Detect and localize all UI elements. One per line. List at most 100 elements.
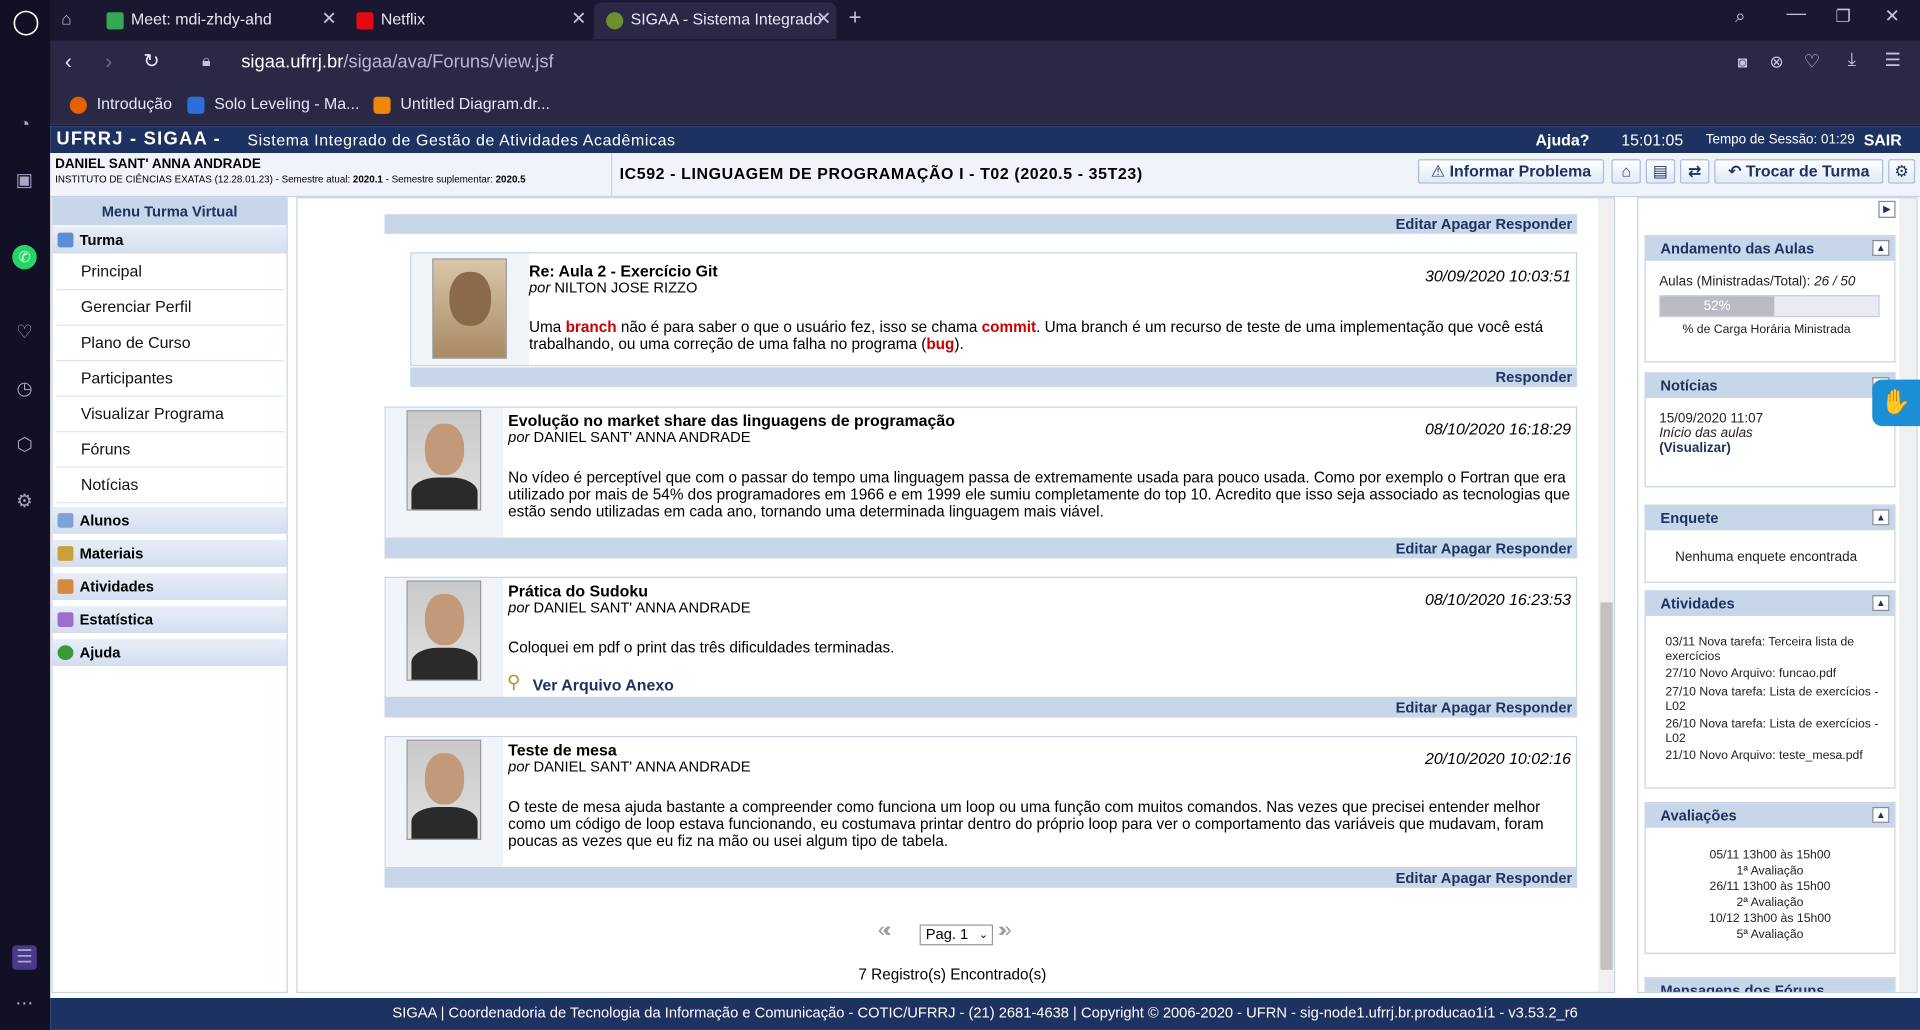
reload-icon[interactable]: ↻ — [143, 49, 159, 73]
edit-link[interactable]: Editar — [1396, 869, 1438, 886]
settings-gear-icon[interactable]: ⚙ — [12, 490, 36, 514]
keyword: bug — [926, 335, 955, 353]
bookmark-item[interactable]: Untitled Diagram.dr... — [373, 94, 550, 114]
menu-item-programa[interactable]: Visualizar Programa — [56, 397, 285, 433]
menu-item-foruns[interactable]: Fóruns — [56, 433, 285, 468]
menu-item-plano[interactable]: Plano de Curso — [56, 326, 285, 362]
right-scrollbar[interactable] — [1899, 198, 1917, 992]
news-view-link[interactable]: (Visualizar) — [1659, 441, 1731, 456]
back-icon[interactable]: ‹ — [65, 50, 72, 74]
reply-link[interactable]: Responder — [1495, 869, 1572, 886]
last-page-icon[interactable]: ›» — [998, 918, 1012, 942]
workspace-icon[interactable]: ⌂ — [61, 9, 71, 29]
download-icon[interactable]: ⤓ — [1848, 49, 1856, 70]
box-header: Mensagens dos Fóruns — [1645, 978, 1895, 992]
speed-dial-icon[interactable]: ◔ — [12, 113, 36, 137]
delete-link[interactable]: Apagar — [1441, 699, 1492, 716]
tab-meet[interactable]: Meet: mdi-zhdy-ahd ✕ — [106, 2, 342, 39]
activity-item[interactable]: 26/10 Nova tarefa: Lista de exercícios -… — [1665, 718, 1885, 747]
tab-sigaa[interactable]: SIGAA - Sistema Integrado ✕ — [593, 2, 837, 40]
evaluation-when: 10/12 13h00 às 15h00 — [1709, 912, 1831, 926]
whatsapp-icon[interactable]: ✆ — [12, 244, 37, 270]
restore-icon[interactable]: ❐ — [1836, 6, 1851, 27]
close-icon[interactable]: ✕ — [571, 2, 586, 36]
evaluation-name: 1ª Avaliação — [1736, 864, 1804, 878]
collapse-panel-button[interactable]: ▶ — [1878, 200, 1896, 218]
reply-link[interactable]: Responder — [1495, 540, 1572, 557]
edit-link[interactable]: Editar — [1396, 540, 1438, 557]
report-problem-button[interactable]: ⚠ Informar Problema — [1417, 159, 1605, 184]
print-button[interactable]: ▤ — [1645, 159, 1676, 184]
new-tab-icon[interactable]: + — [849, 5, 862, 31]
config-button[interactable]: ⚙ — [1888, 159, 1916, 184]
help-link[interactable]: Ajuda? — [1536, 131, 1590, 149]
menu-group-ajuda[interactable]: Ajuda — [52, 639, 287, 668]
activity-item[interactable]: 03/11 Nova tarefa: Terceira lista de exe… — [1665, 636, 1885, 665]
progress-caption: % de Carga Horária Ministrada — [1682, 323, 1851, 337]
url-field[interactable]: sigaa.ufrrj.br/sigaa/ava/Foruns/view.jsf — [241, 51, 553, 72]
extensions-icon[interactable]: ⬡ — [12, 433, 36, 457]
collapse-icon[interactable]: ▲ — [1872, 595, 1890, 612]
minimize-icon[interactable]: — — [1787, 4, 1807, 26]
post-author-panel — [385, 737, 504, 867]
post-title: Evolução no market share das linguagens … — [508, 411, 955, 430]
menu-item-perfil[interactable]: Gerenciar Perfil — [56, 291, 285, 326]
reply-link[interactable]: Responder — [1495, 369, 1572, 386]
tab-netflix[interactable]: Netflix ✕ — [356, 2, 591, 39]
more-icon[interactable]: ⋯ — [12, 992, 36, 1016]
close-icon[interactable]: ✕ — [321, 2, 336, 36]
collapse-icon[interactable]: ▲ — [1872, 509, 1890, 526]
delete-link[interactable]: Apagar — [1441, 869, 1492, 886]
menu-item-noticias[interactable]: Notícias — [56, 468, 285, 504]
home-icon: ⌂ — [1621, 161, 1631, 181]
camera-icon[interactable]: ◙ — [1738, 53, 1748, 71]
firefox-icon — [69, 96, 87, 114]
scrollbar[interactable] — [1597, 198, 1614, 992]
search-icon[interactable]: ⌕ — [1735, 6, 1745, 27]
page-footer: SIGAA | Coordenadoria de Tecnologia da I… — [50, 997, 1920, 1030]
books-icon — [57, 546, 74, 561]
history-icon[interactable]: ◷ — [12, 377, 36, 401]
edit-link[interactable]: Editar — [1396, 216, 1438, 233]
bookmark-item[interactable]: Solo Leveling - Ma... — [187, 94, 359, 114]
menu-group-materiais[interactable]: Materiais — [52, 540, 287, 569]
people-icon — [57, 232, 74, 248]
menu-group-alunos[interactable]: Alunos — [52, 506, 287, 536]
forward-icon[interactable]: › — [105, 50, 112, 74]
menu-item-participantes[interactable]: Participantes — [56, 362, 285, 397]
reply-link[interactable]: Responder — [1495, 216, 1572, 233]
accessibility-hand-icon[interactable]: ✋ — [1872, 379, 1920, 427]
attachment-link[interactable]: Ver Arquivo Anexo — [533, 676, 674, 694]
collapse-icon[interactable]: ▲ — [1872, 806, 1890, 823]
page-select[interactable]: Pag. 1 ⌄ — [919, 924, 994, 946]
edit-link[interactable]: Editar — [1396, 699, 1438, 716]
easy-setup-icon[interactable]: ☰ — [1885, 49, 1901, 71]
delete-link[interactable]: Apagar — [1441, 216, 1492, 233]
first-page-icon[interactable]: «‹ — [878, 918, 892, 942]
home-button[interactable]: ⌂ — [1611, 159, 1641, 184]
reply-link[interactable]: Responder — [1495, 699, 1572, 716]
menu-group-atividades[interactable]: Atividades — [52, 573, 287, 602]
shopping-bag-icon[interactable]: ▣ — [12, 169, 36, 193]
sidebar-panel-icon[interactable]: ☰ — [12, 945, 37, 970]
adblock-icon[interactable]: ⊗ — [1769, 51, 1783, 72]
menu-item-principal[interactable]: Principal — [56, 255, 285, 291]
opera-logo-icon[interactable]: ◯ — [12, 10, 39, 34]
scrollbar-thumb[interactable] — [1600, 602, 1613, 970]
delete-link[interactable]: Apagar — [1441, 540, 1492, 557]
logout-link[interactable]: SAIR — [1864, 131, 1902, 149]
close-icon[interactable]: ✕ — [816, 2, 831, 36]
activity-item[interactable]: 27/10 Nova tarefa: Lista de exercícios -… — [1665, 686, 1885, 715]
activity-item[interactable]: 27/10 Novo Arquivo: funcao.pdf — [1665, 667, 1885, 682]
menu-group-turma[interactable]: Turma — [52, 226, 287, 255]
bookmark-item[interactable]: Introdução — [69, 94, 172, 114]
heart-icon[interactable]: ♡ — [1804, 50, 1820, 72]
change-class-button[interactable]: ↶ Trocar de Turma — [1714, 159, 1884, 184]
collapse-icon[interactable]: ▲ — [1872, 240, 1890, 256]
menu-group-estatistica[interactable]: Estatística — [52, 606, 287, 635]
heart-icon[interactable]: ♡ — [12, 321, 36, 345]
window-close-icon[interactable]: ✕ — [1885, 5, 1900, 27]
forum-post: Prática do Sudoku por DANIEL SANT' ANNA … — [384, 576, 1578, 698]
switch-button[interactable]: ⇄ — [1680, 159, 1710, 184]
activity-item[interactable]: 21/10 Novo Arquivo: teste_mesa.pdf — [1665, 749, 1885, 764]
